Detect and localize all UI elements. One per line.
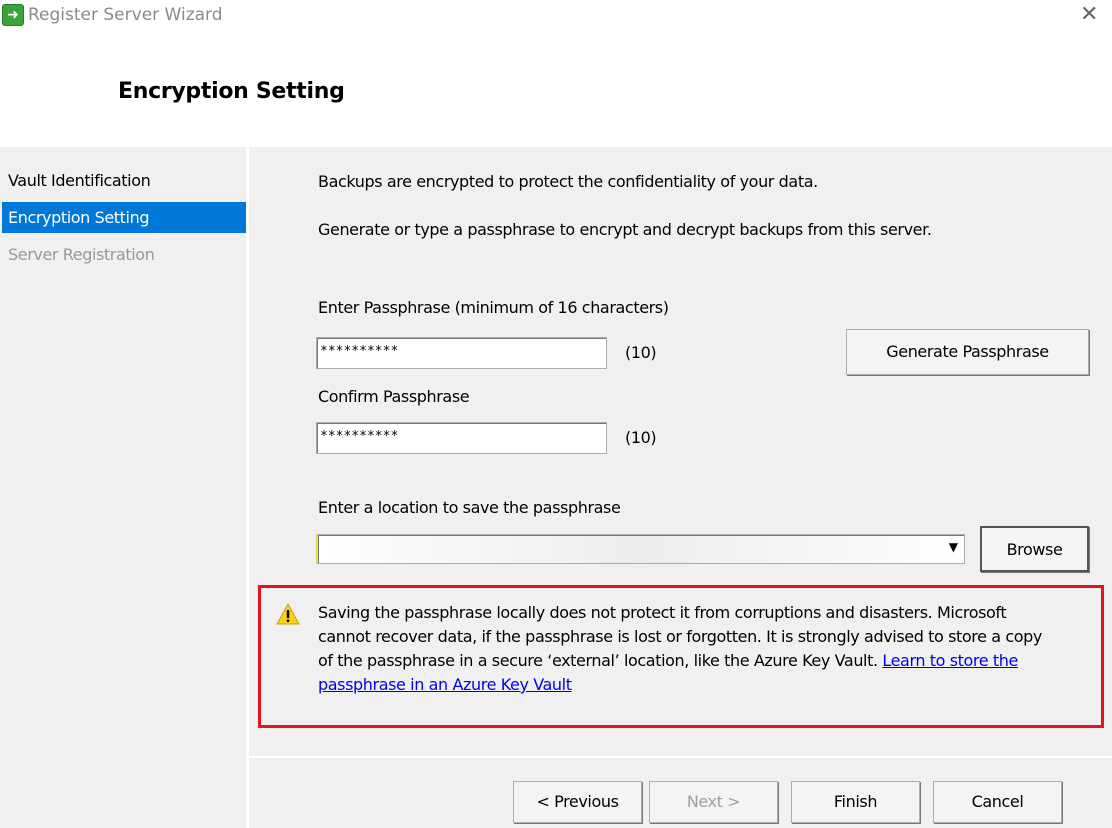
previous-button[interactable]: < Previous [513, 781, 642, 823]
finish-button[interactable]: Finish [791, 781, 920, 823]
sidebar-item-vault-identification[interactable]: Vault Identification [2, 165, 246, 196]
chevron-down-icon[interactable]: ▼ [949, 540, 958, 554]
confirm-passphrase-count: (10) [625, 428, 657, 447]
confirm-passphrase-label: Confirm Passphrase [318, 387, 470, 406]
passphrase-input[interactable]: ********** [316, 337, 607, 369]
wizard-steps-sidebar: Vault Identification Encryption Setting … [0, 147, 246, 828]
instruction-text: Generate or type a passphrase to encrypt… [318, 220, 932, 239]
intro-text: Backups are encrypted to protect the con… [318, 172, 818, 191]
next-button: Next > [649, 781, 778, 823]
page-title: Encryption Setting [118, 79, 345, 104]
close-icon[interactable]: ✕ [1080, 2, 1098, 27]
sidebar-item-server-registration: Server Registration [8, 245, 155, 264]
location-combobox[interactable]: ▼ [316, 534, 965, 564]
browse-button[interactable]: Browse [980, 526, 1089, 572]
generate-passphrase-button[interactable]: Generate Passphrase [846, 329, 1089, 375]
warning-message: Saving the passphrase locally does not p… [318, 601, 1048, 697]
sidebar-item-encryption-setting[interactable]: Encryption Setting [2, 202, 246, 233]
window-title: Register Server Wizard [28, 5, 223, 25]
footer-divider [249, 756, 1112, 758]
passphrase-count: (10) [625, 343, 657, 362]
passphrase-label: Enter Passphrase (minimum of 16 characte… [318, 298, 669, 317]
cancel-button[interactable]: Cancel [933, 781, 1062, 823]
confirm-passphrase-input[interactable]: ********** [316, 422, 607, 454]
location-label: Enter a location to save the passphrase [318, 498, 621, 517]
app-icon: ➜ [2, 4, 24, 26]
warning-icon [276, 603, 300, 625]
